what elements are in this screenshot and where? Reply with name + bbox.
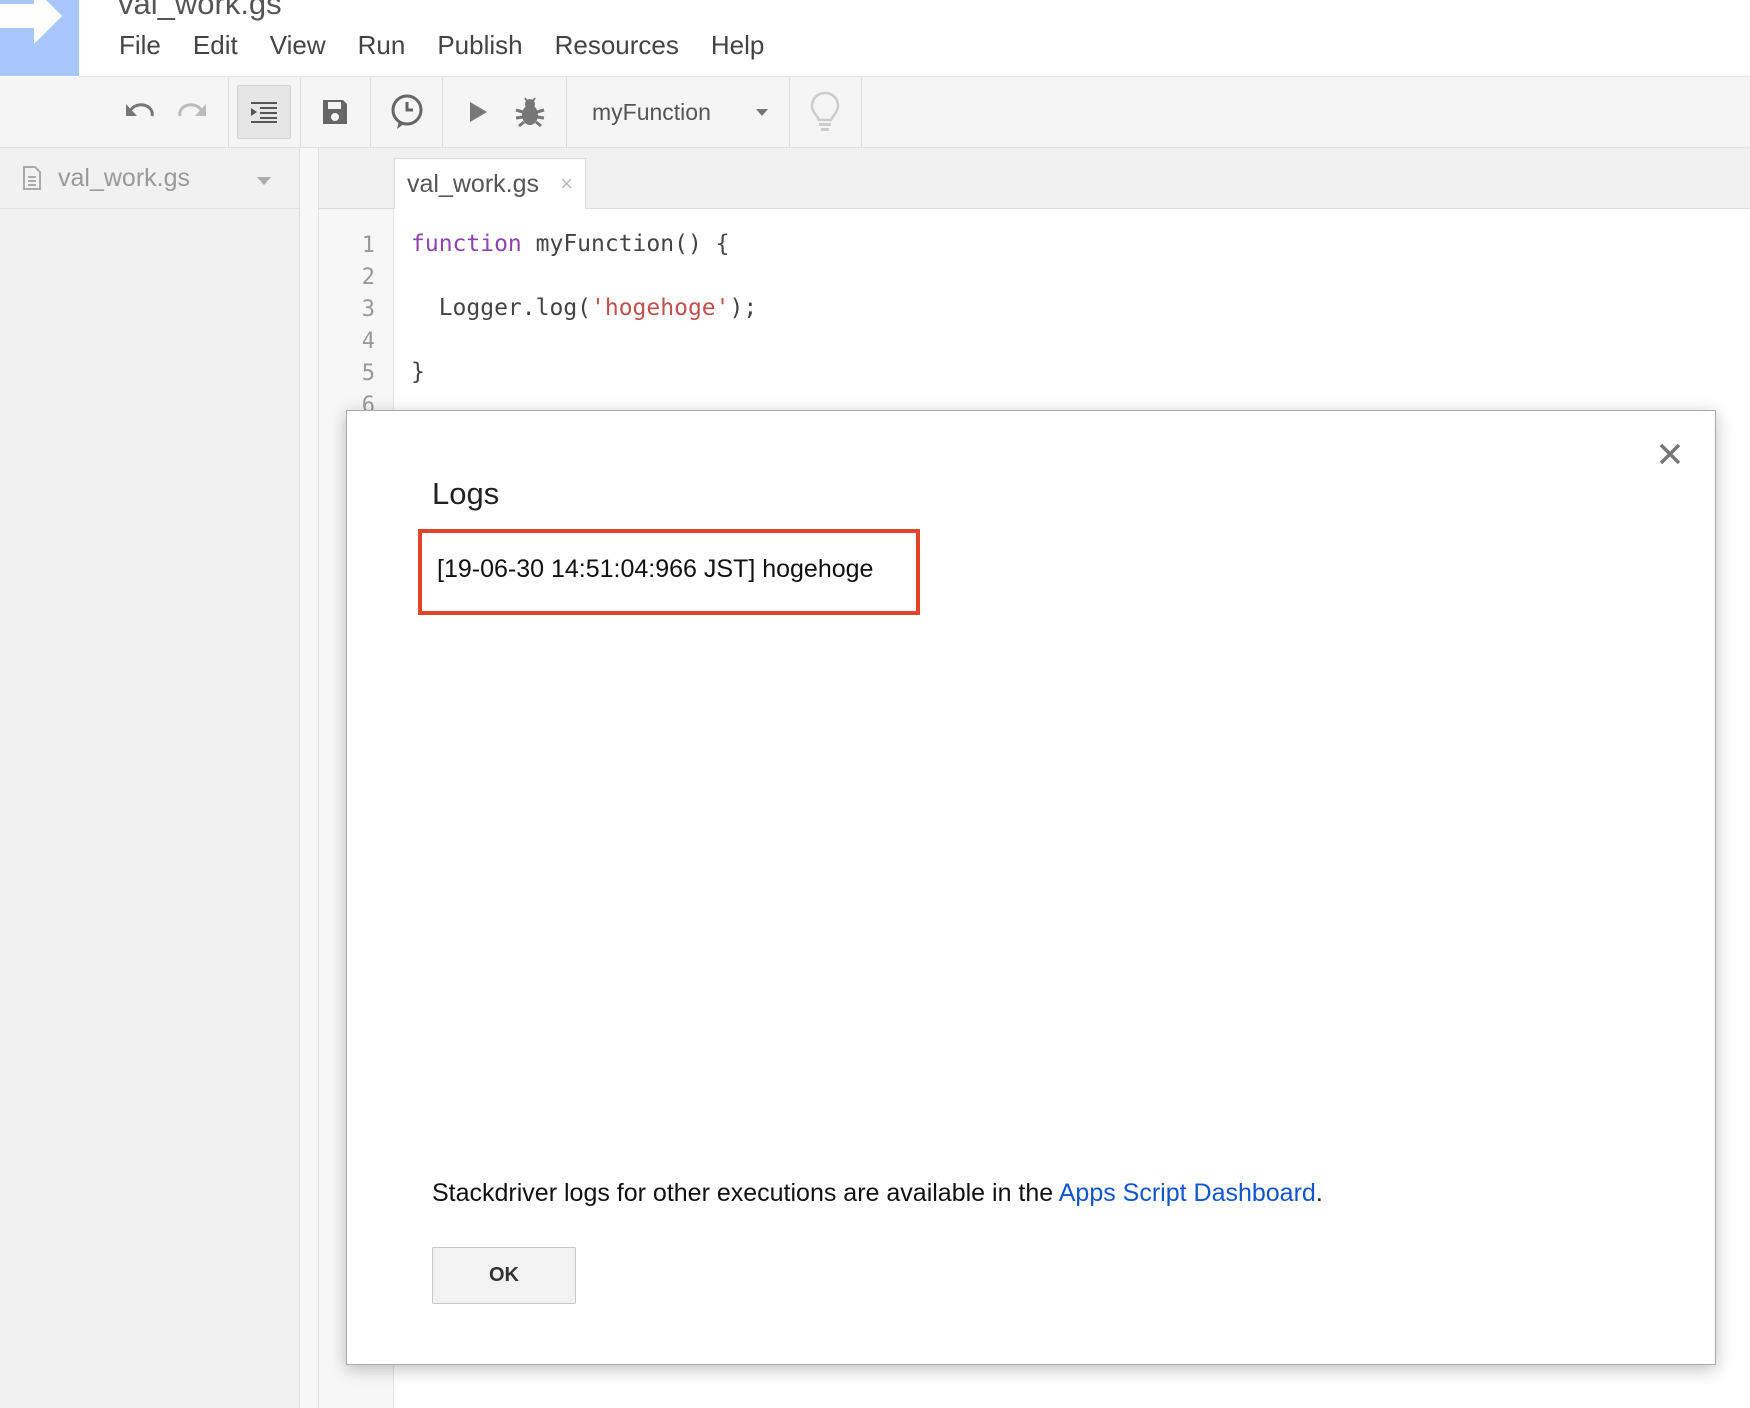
toolbar-separator bbox=[566, 77, 567, 147]
toolbar-separator bbox=[228, 77, 229, 147]
file-item[interactable]: val_work.gs bbox=[0, 148, 299, 209]
logs-dialog: Logs [19-06-30 14:51:04:966 JST] hogehog… bbox=[346, 410, 1716, 1365]
indent-icon bbox=[251, 102, 277, 123]
toolbar-separator bbox=[789, 77, 790, 147]
sidebar-splitter[interactable] bbox=[300, 148, 319, 1408]
function-select-value: myFunction bbox=[592, 98, 711, 125]
redo-button[interactable] bbox=[170, 77, 214, 147]
code-line: } bbox=[411, 359, 425, 385]
code-text: Logger.log( bbox=[411, 295, 592, 321]
footer-suffix: . bbox=[1315, 1179, 1323, 1207]
document-title[interactable]: val_work.gs bbox=[118, 0, 282, 22]
toolbar-separator bbox=[300, 77, 301, 147]
function-select[interactable]: myFunction bbox=[568, 77, 788, 147]
toolbar-separator bbox=[370, 77, 371, 147]
chevron-down-icon[interactable] bbox=[257, 177, 271, 185]
menu-resources[interactable]: Resources bbox=[555, 28, 679, 62]
indent-button[interactable] bbox=[237, 85, 291, 139]
menu-bar: File Edit View Run Publish Resources Hel… bbox=[119, 28, 796, 62]
code-text: myFunction() { bbox=[521, 231, 730, 257]
toolbar: myFunction bbox=[0, 77, 1750, 148]
menu-file[interactable]: File bbox=[119, 28, 161, 62]
line-number: 2 bbox=[361, 265, 375, 290]
code-keyword: function bbox=[411, 231, 522, 257]
menu-publish[interactable]: Publish bbox=[437, 28, 522, 62]
triggers-button[interactable] bbox=[384, 77, 430, 147]
log-entry: [19-06-30 14:51:04:966 JST] hogehoge bbox=[437, 555, 874, 583]
code-line: Logger.log('hogehoge'); bbox=[411, 295, 758, 321]
line-number: 1 bbox=[361, 233, 375, 258]
close-icon[interactable]: × bbox=[560, 171, 573, 197]
apps-script-dashboard-link[interactable]: Apps Script Dashboard bbox=[1059, 1179, 1316, 1207]
line-number: 5 bbox=[361, 361, 375, 386]
editor-tab-bar: val_work.gs × bbox=[319, 148, 1750, 209]
code-string: 'hogehoge' bbox=[591, 295, 730, 321]
tab-label: val_work.gs bbox=[407, 170, 539, 198]
dialog-footer-text: Stackdriver logs for other executions ar… bbox=[432, 1179, 1323, 1208]
arrow-logo-icon bbox=[0, 0, 62, 44]
debug-icon bbox=[515, 97, 545, 128]
menu-edit[interactable]: Edit bbox=[193, 28, 238, 62]
triggers-icon bbox=[391, 94, 423, 129]
debug-button[interactable] bbox=[508, 77, 552, 147]
menu-run[interactable]: Run bbox=[358, 28, 406, 62]
undo-icon bbox=[126, 103, 154, 117]
file-sidebar: val_work.gs bbox=[0, 148, 300, 1408]
code-text: ); bbox=[729, 295, 758, 321]
file-item-label: val_work.gs bbox=[58, 164, 190, 192]
line-number: 4 bbox=[361, 329, 375, 354]
lightbulb-button[interactable] bbox=[802, 77, 848, 147]
apps-script-logo[interactable] bbox=[0, 0, 79, 76]
code-line: function myFunction() { bbox=[411, 231, 730, 257]
save-button[interactable] bbox=[312, 77, 358, 147]
tab-val-work[interactable]: val_work.gs × bbox=[394, 158, 586, 209]
redo-icon bbox=[178, 103, 206, 117]
log-highlight-box: [19-06-30 14:51:04:966 JST] hogehoge bbox=[418, 529, 920, 615]
ok-button[interactable]: OK bbox=[432, 1247, 576, 1304]
dialog-title: Logs bbox=[432, 476, 500, 511]
menu-view[interactable]: View bbox=[270, 28, 326, 62]
run-icon bbox=[470, 102, 487, 122]
line-number: 3 bbox=[361, 297, 375, 322]
close-icon[interactable] bbox=[1655, 439, 1685, 469]
run-button[interactable] bbox=[456, 77, 500, 147]
undo-button[interactable] bbox=[118, 77, 162, 147]
toolbar-separator bbox=[861, 77, 862, 147]
menu-help[interactable]: Help bbox=[711, 28, 764, 62]
save-icon bbox=[323, 100, 347, 124]
footer-prefix: Stackdriver logs for other executions ar… bbox=[432, 1179, 1059, 1207]
file-icon bbox=[23, 166, 41, 190]
toolbar-separator bbox=[442, 77, 443, 147]
lightbulb-icon bbox=[810, 91, 840, 131]
chevron-down-icon bbox=[756, 109, 768, 116]
